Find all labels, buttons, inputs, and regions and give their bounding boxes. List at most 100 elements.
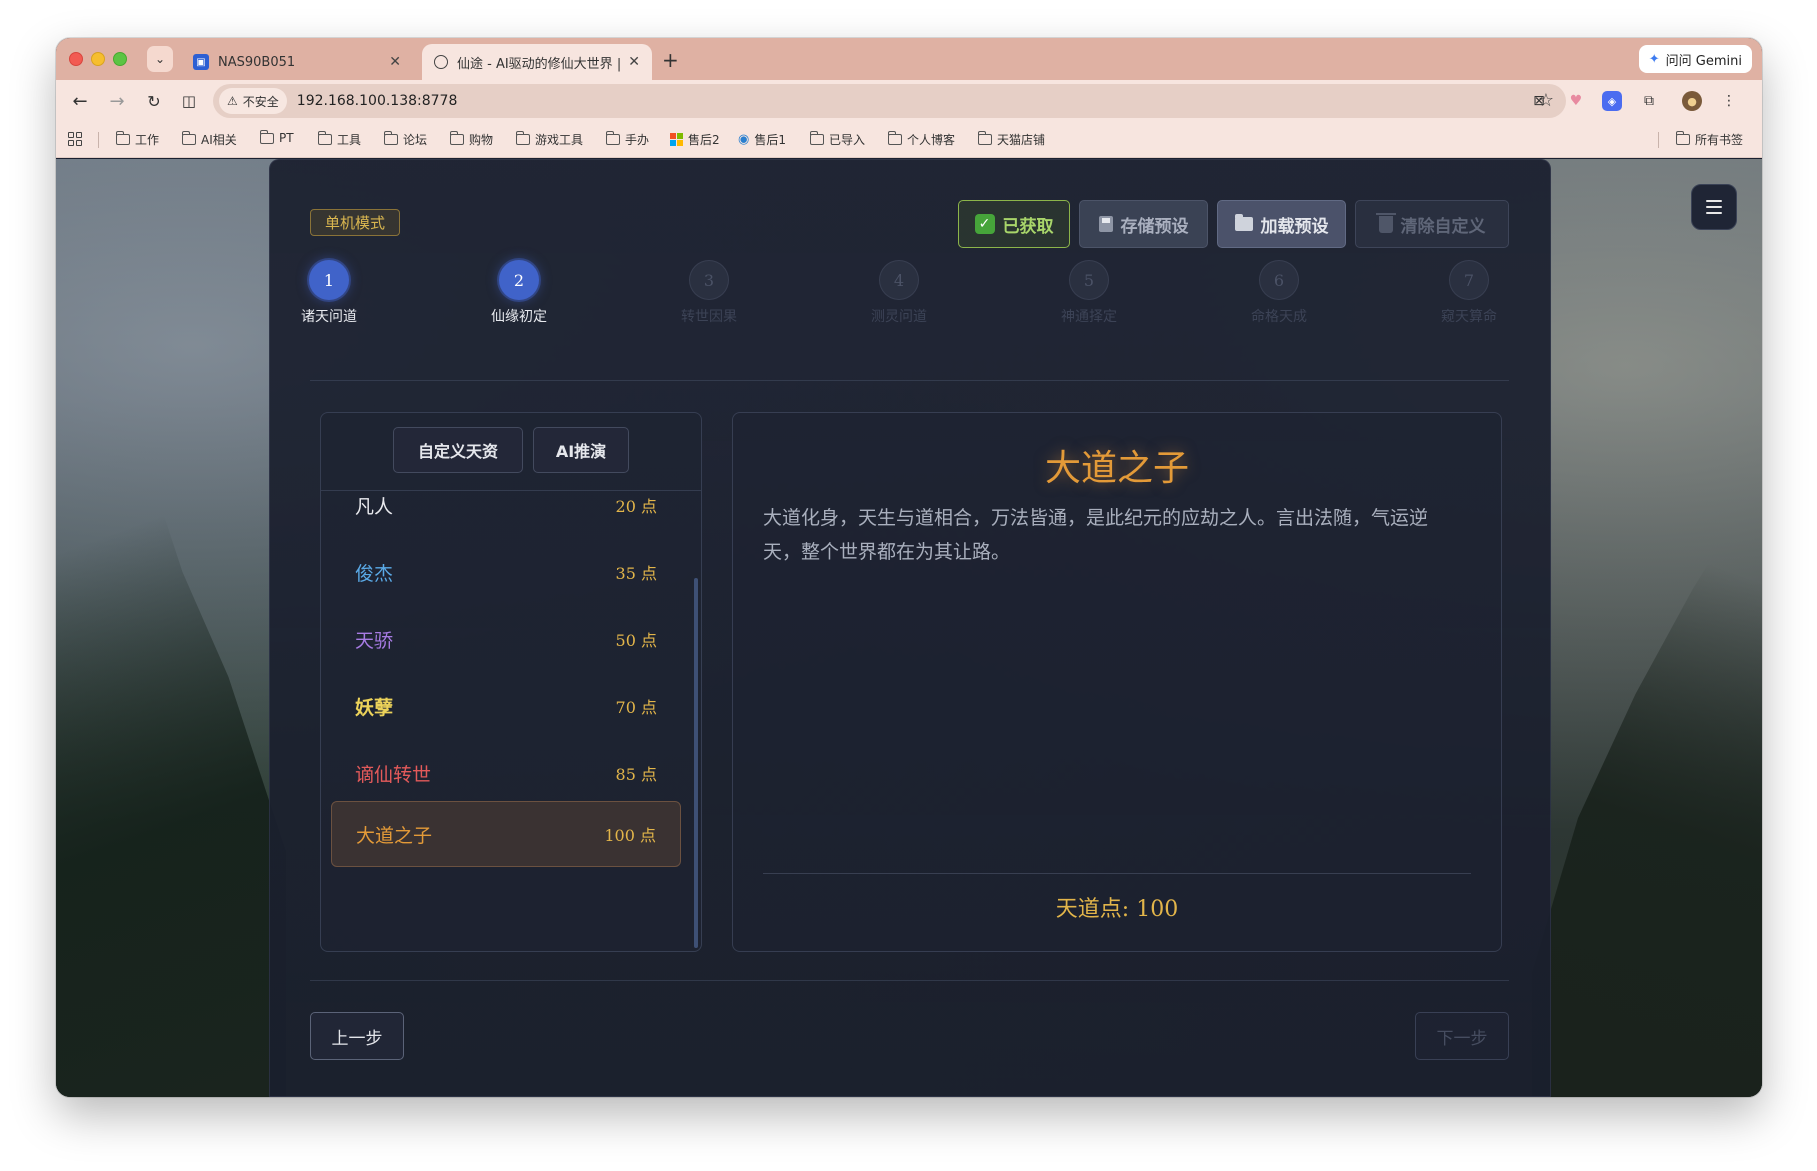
bookmark-separator <box>1658 132 1659 148</box>
more-menu-icon[interactable]: ⋮ <box>1719 91 1739 111</box>
browser-tab-xiantu[interactable]: 仙途 - AI驱动的修仙大世界 | AI ✕ <box>422 44 652 80</box>
divider <box>310 380 1509 381</box>
back-arrow-icon[interactable]: ← <box>68 89 92 113</box>
talent-item-dadao-selected[interactable]: 大道之子 100 点 <box>331 801 681 867</box>
talent-item-zhexian[interactable]: 谪仙转世 85 点 <box>331 740 681 806</box>
talent-item-tianjiao[interactable]: 天骄 50 点 <box>331 606 681 672</box>
minimize-window-button[interactable] <box>91 52 105 66</box>
screenshot-extension-icon[interactable]: ⊠ <box>1529 91 1549 111</box>
hamburger-menu-icon[interactable] <box>1691 184 1737 230</box>
bookmark-folder[interactable]: 购物 <box>449 131 494 148</box>
bookmark-folder[interactable]: 个人博客 <box>887 131 955 148</box>
talent-item-junjie[interactable]: 俊杰 35 点 <box>331 539 681 605</box>
step-number: 1 <box>309 260 349 300</box>
step-1[interactable]: 1 诸天问道 <box>269 260 389 326</box>
security-chip[interactable]: ⚠ 不安全 <box>219 88 287 114</box>
bookmark-folder[interactable]: 已导入 <box>809 131 866 148</box>
bookmark-folder[interactable]: PT <box>259 129 294 145</box>
checkmark-icon: ✓ <box>974 214 995 234</box>
prev-step-button[interactable]: 上一步 <box>310 1012 404 1060</box>
bookmark-label: 天猫店铺 <box>997 133 1046 147</box>
globe-icon <box>434 55 448 69</box>
list-scrollbar[interactable] <box>694 578 698 948</box>
folder-icon <box>317 131 332 145</box>
acquired-button[interactable]: ✓ 已获取 <box>958 200 1070 248</box>
address-bar[interactable]: ⚠ 不安全 192.168.100.138:8778 ☆ <box>213 84 1566 118</box>
gemini-button[interactable]: ✦ 问问 Gemini <box>1638 45 1752 73</box>
talent-name: 俊杰 <box>355 562 394 585</box>
tab-search-chevron-icon[interactable]: ⌄ <box>147 46 173 72</box>
bookmark-folder[interactable]: 工具 <box>317 131 361 148</box>
load-preset-button[interactable]: 加载预设 <box>1217 200 1346 248</box>
bookmark-folder[interactable]: 手办 <box>605 131 649 148</box>
bookmark-label: 购物 <box>469 133 494 147</box>
close-tab-icon[interactable]: ✕ <box>389 54 401 70</box>
trash-icon <box>1375 212 1396 233</box>
split-view-icon[interactable]: ◫ <box>177 89 201 113</box>
maximize-window-button[interactable] <box>113 52 127 66</box>
talent-item-yaonie[interactable]: 妖孽 70 点 <box>331 673 681 739</box>
character-creation-panel: 单机模式 ✓ 已获取 存储预设 加载预设 清除自定义 1 诸天问道 2 仙缘初定… <box>269 159 1551 1097</box>
clear-custom-button[interactable]: 清除自定义 <box>1355 200 1509 248</box>
page-content: 单机模式 ✓ 已获取 存储预设 加载预设 清除自定义 1 诸天问道 2 仙缘初定… <box>56 159 1762 1097</box>
folder-icon <box>809 131 824 145</box>
apps-grid-icon[interactable] <box>68 132 82 146</box>
mode-badge: 单机模式 <box>310 209 401 236</box>
talent-list: 凡人 20 点 俊杰 35 点 天骄 50 点 妖孽 70 点 谪仙转世 85 … <box>321 491 701 951</box>
bookmark-folder[interactable]: AI相关 <box>181 131 237 148</box>
bookmark-folder[interactable]: 论坛 <box>383 131 427 148</box>
bookmark-link[interactable]: 售后2 <box>670 131 720 148</box>
acquired-label: 已获取 <box>1002 216 1054 237</box>
new-tab-plus-icon[interactable]: + <box>662 48 679 72</box>
folder-icon <box>887 131 902 145</box>
close-window-button[interactable] <box>69 52 83 66</box>
microsoft-logo-icon <box>670 133 683 146</box>
all-bookmarks-folder[interactable]: 所有书签 <box>1675 131 1743 148</box>
step-2[interactable]: 2 仙缘初定 <box>459 260 579 326</box>
step-6[interactable]: 6 命格天成 <box>1219 260 1339 326</box>
bookmark-link[interactable]: ◉ 售后1 <box>738 131 786 148</box>
ai-deduce-button[interactable]: AI推演 <box>533 427 629 473</box>
step-7[interactable]: 7 窥天算命 <box>1409 260 1529 326</box>
pink-extension-icon[interactable]: ♥ <box>1566 91 1586 111</box>
extensions-puzzle-icon[interactable]: ⧉ <box>1639 91 1659 111</box>
bookmark-folder[interactable]: 天猫店铺 <box>977 131 1046 148</box>
bookmark-label: 工作 <box>135 133 160 147</box>
bookmark-label: PT <box>279 131 294 145</box>
clear-custom-label: 清除自定义 <box>1400 216 1486 237</box>
step-5[interactable]: 5 神通择定 <box>1029 260 1149 326</box>
browser-toolbar: ← → ↻ ◫ ⚠ 不安全 192.168.100.138:8778 ☆ ⊠ ♥… <box>56 80 1762 122</box>
bookmark-folder[interactable]: 工作 <box>115 131 160 148</box>
bookmark-label: 售后2 <box>688 133 720 147</box>
open-folder-icon <box>1234 214 1253 231</box>
browser-tab-nas[interactable]: ▣ NAS90B051 ✕ <box>181 44 413 80</box>
heaven-points: 天道点: 100 <box>1055 897 1179 922</box>
step-number: 2 <box>499 260 539 300</box>
custom-talent-button[interactable]: 自定义天资 <box>393 427 523 473</box>
talent-item-fanren[interactable]: 凡人 20 点 <box>331 472 681 538</box>
reload-icon[interactable]: ↻ <box>142 89 166 113</box>
url-text: 192.168.100.138:8778 <box>296 93 458 109</box>
step-4[interactable]: 4 测灵问道 <box>839 260 959 326</box>
profile-avatar-icon[interactable]: ● <box>1682 91 1702 111</box>
divider <box>310 980 1509 981</box>
folder-icon <box>115 131 130 145</box>
close-tab-icon[interactable]: ✕ <box>628 54 640 70</box>
nas-icon: ▣ <box>193 54 209 70</box>
forward-arrow-icon[interactable]: → <box>105 89 129 113</box>
mountain-background-right <box>1532 477 1762 1097</box>
talent-name: 谪仙转世 <box>355 763 432 786</box>
step-label: 窥天算命 <box>1441 309 1497 325</box>
floppy-disk-icon <box>1098 216 1113 232</box>
bookmark-label: 已导入 <box>829 133 866 147</box>
blue-extension-icon[interactable]: ◈ <box>1602 91 1622 111</box>
folder-icon <box>1675 131 1690 145</box>
step-3[interactable]: 3 转世因果 <box>649 260 769 326</box>
tab-title: NAS90B051 <box>218 54 296 70</box>
step-label: 诸天问道 <box>301 309 357 325</box>
bookmark-folder[interactable]: 游戏工具 <box>515 131 583 148</box>
step-number: 6 <box>1259 260 1299 300</box>
next-step-button[interactable]: 下一步 <box>1415 1012 1509 1060</box>
save-preset-button[interactable]: 存储预设 <box>1079 200 1208 248</box>
talent-name: 天骄 <box>355 629 394 652</box>
